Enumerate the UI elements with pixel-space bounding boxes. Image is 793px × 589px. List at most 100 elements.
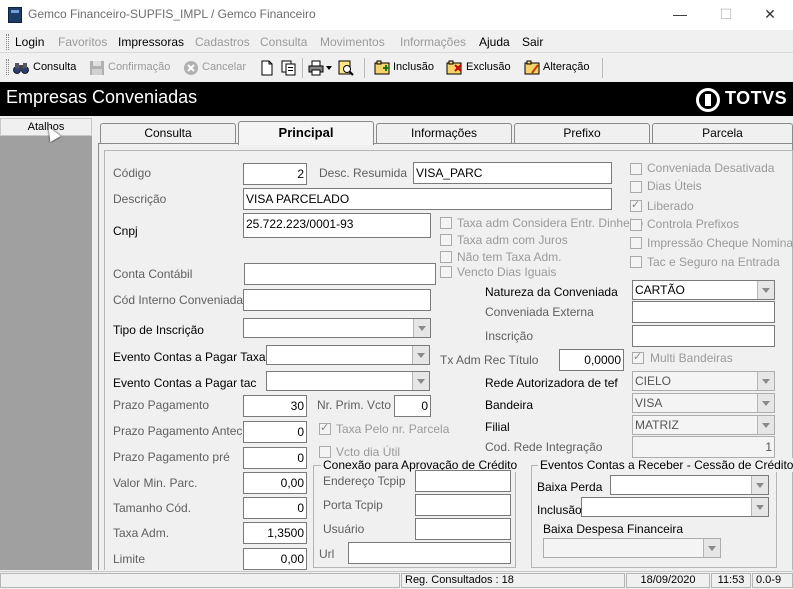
maximize-button[interactable]: ☐ bbox=[703, 0, 749, 30]
tab-prefixo[interactable]: Prefixo bbox=[514, 123, 650, 143]
menu-consulta[interactable]: Consulta bbox=[260, 35, 307, 49]
prazo-pagamento-label: Prazo Pagamento bbox=[113, 398, 210, 412]
natureza-select[interactable]: CARTÃO bbox=[632, 280, 775, 300]
evento-tac-select[interactable] bbox=[266, 371, 430, 391]
liberado-label: Liberado bbox=[647, 199, 694, 213]
url-field[interactable] bbox=[348, 542, 511, 564]
valor-min-field[interactable]: 0,00 bbox=[243, 472, 307, 494]
desc-resumida-field[interactable]: VISA_PARC bbox=[413, 162, 612, 184]
alteracao-button[interactable]: Alteração bbox=[543, 61, 589, 73]
limite-field[interactable]: 0,00 bbox=[243, 548, 307, 570]
chevron-down-icon[interactable] bbox=[751, 476, 768, 494]
nao-tem-taxa-checkbox[interactable] bbox=[440, 251, 452, 263]
dias-uteis-checkbox[interactable] bbox=[630, 181, 642, 193]
descricao-label: Descrição bbox=[113, 192, 167, 206]
minimize-button[interactable]: — bbox=[657, 0, 703, 30]
chevron-down-icon[interactable] bbox=[412, 372, 429, 390]
printer-icon[interactable] bbox=[308, 60, 324, 76]
taxa-adm-field[interactable]: 1,3500 bbox=[243, 522, 307, 544]
taxa-adm-entr-checkbox[interactable] bbox=[440, 217, 452, 229]
menu-grip bbox=[6, 34, 9, 50]
menu-cadastros[interactable]: Cadastros bbox=[195, 35, 250, 49]
multi-bandeiras-label: Multi Bandeiras bbox=[650, 351, 733, 365]
copy-document-icon[interactable] bbox=[281, 60, 297, 76]
cancelar-button[interactable]: Cancelar bbox=[202, 61, 246, 73]
printer-dropdown-icon[interactable] bbox=[326, 66, 332, 70]
confirmacao-button[interactable]: Confirmação bbox=[108, 61, 170, 73]
menu-impressoras[interactable]: Impressoras bbox=[118, 35, 184, 49]
conveniada-externa-field[interactable] bbox=[632, 301, 775, 323]
tab-principal[interactable]: Principal bbox=[238, 121, 374, 145]
prazo-pre-field[interactable]: 0 bbox=[243, 447, 307, 469]
baixa-despesa-select[interactable] bbox=[543, 538, 721, 558]
cod-interno-field[interactable] bbox=[243, 289, 431, 311]
eventos-title: Eventos Contas a Receber - Cessão de Cré… bbox=[538, 458, 793, 472]
liberado-checkbox[interactable] bbox=[630, 198, 642, 212]
chevron-down-icon[interactable] bbox=[757, 372, 774, 390]
tac-seguro-checkbox[interactable] bbox=[630, 256, 642, 268]
usuario-label: Usuário bbox=[323, 522, 365, 536]
consulta-button[interactable]: Consulta bbox=[33, 61, 76, 73]
menu-login[interactable]: Login bbox=[15, 35, 44, 49]
chevron-down-icon[interactable] bbox=[757, 281, 774, 299]
vcto-dia-util-checkbox[interactable] bbox=[319, 446, 331, 458]
close-button[interactable]: ✕ bbox=[747, 0, 793, 30]
tipo-inscricao-label: Tipo de Inscrição bbox=[113, 323, 204, 337]
menu-favoritos[interactable]: Favoritos bbox=[58, 35, 107, 49]
exclusao-button[interactable]: Exclusão bbox=[466, 61, 511, 73]
inscricao-field[interactable] bbox=[632, 325, 775, 347]
tx-adm-rec-field[interactable]: 0,0000 bbox=[559, 349, 624, 371]
taxa-pelo-nr-label: Taxa Pelo nr. Parcela bbox=[336, 422, 450, 436]
prazo-antec-field[interactable]: 0 bbox=[243, 421, 307, 443]
taxa-adm-juros-checkbox[interactable] bbox=[440, 234, 452, 246]
menu-informacoes[interactable]: Informações bbox=[400, 35, 466, 49]
menu-ajuda[interactable]: Ajuda bbox=[479, 35, 510, 49]
natureza-value: CARTÃO bbox=[635, 283, 685, 297]
app-icon bbox=[8, 7, 22, 23]
porta-label: Porta Tcpip bbox=[323, 498, 383, 512]
cnpj-field[interactable]: 25.722.223/0001-93 bbox=[243, 213, 431, 238]
cod-rede-field[interactable]: 1 bbox=[632, 436, 775, 458]
porta-field[interactable] bbox=[415, 494, 511, 516]
baixa-perda-select[interactable] bbox=[610, 475, 769, 495]
impressao-cheque-checkbox[interactable] bbox=[630, 237, 642, 249]
menu-movimentos[interactable]: Movimentos bbox=[320, 35, 385, 49]
taxa-adm-label: Taxa Adm. bbox=[113, 526, 170, 540]
conta-contabil-field[interactable] bbox=[244, 263, 436, 285]
menu-sair[interactable]: Sair bbox=[522, 35, 543, 49]
chevron-down-icon[interactable] bbox=[751, 498, 768, 516]
tab-parcela[interactable]: Parcela bbox=[652, 123, 793, 143]
dias-uteis-label: Dias Úteis bbox=[647, 179, 702, 193]
descricao-field[interactable]: VISA PARCELADO bbox=[243, 188, 612, 210]
bandeira-select[interactable]: VISA bbox=[632, 393, 775, 413]
tab-informacoes[interactable]: Informações bbox=[376, 123, 512, 143]
tipo-inscricao-select[interactable] bbox=[243, 318, 431, 338]
chevron-down-icon[interactable] bbox=[757, 394, 774, 412]
new-document-icon[interactable] bbox=[259, 60, 275, 76]
chevron-down-icon[interactable] bbox=[757, 416, 774, 434]
multi-bandeiras-checkbox[interactable] bbox=[632, 350, 644, 364]
cod-interno-label: Cód Interno Conveniada bbox=[113, 293, 244, 307]
usuario-field[interactable] bbox=[415, 518, 511, 540]
prazo-pagamento-field[interactable]: 30 bbox=[243, 395, 307, 417]
endereco-field[interactable] bbox=[415, 470, 511, 492]
chevron-down-icon[interactable] bbox=[412, 346, 429, 364]
preview-icon[interactable] bbox=[338, 60, 354, 76]
nr-prim-vcto-field[interactable]: 0 bbox=[394, 395, 431, 417]
evento-taxa-select[interactable] bbox=[266, 345, 430, 365]
tab-consulta[interactable]: Consulta bbox=[100, 123, 236, 143]
filial-select[interactable]: MATRIZ bbox=[632, 415, 775, 435]
controla-prefixos-checkbox[interactable] bbox=[630, 219, 642, 231]
edit-record-icon bbox=[524, 60, 540, 76]
cnpj-label: Cnpj bbox=[113, 224, 138, 238]
rede-autorizadora-select[interactable]: CIELO bbox=[632, 371, 775, 391]
taxa-pelo-nr-checkbox[interactable] bbox=[319, 421, 331, 435]
chevron-down-icon[interactable] bbox=[703, 539, 720, 557]
conveniada-desativada-checkbox[interactable] bbox=[630, 163, 642, 175]
codigo-field[interactable]: 2 bbox=[243, 163, 307, 185]
vencto-dias-iguais-checkbox[interactable] bbox=[440, 266, 452, 278]
inclusao-select[interactable] bbox=[581, 497, 769, 517]
inclusao-button[interactable]: Inclusão bbox=[393, 61, 434, 73]
tamanho-cod-field[interactable]: 0 bbox=[243, 497, 307, 519]
chevron-down-icon[interactable] bbox=[413, 319, 430, 337]
